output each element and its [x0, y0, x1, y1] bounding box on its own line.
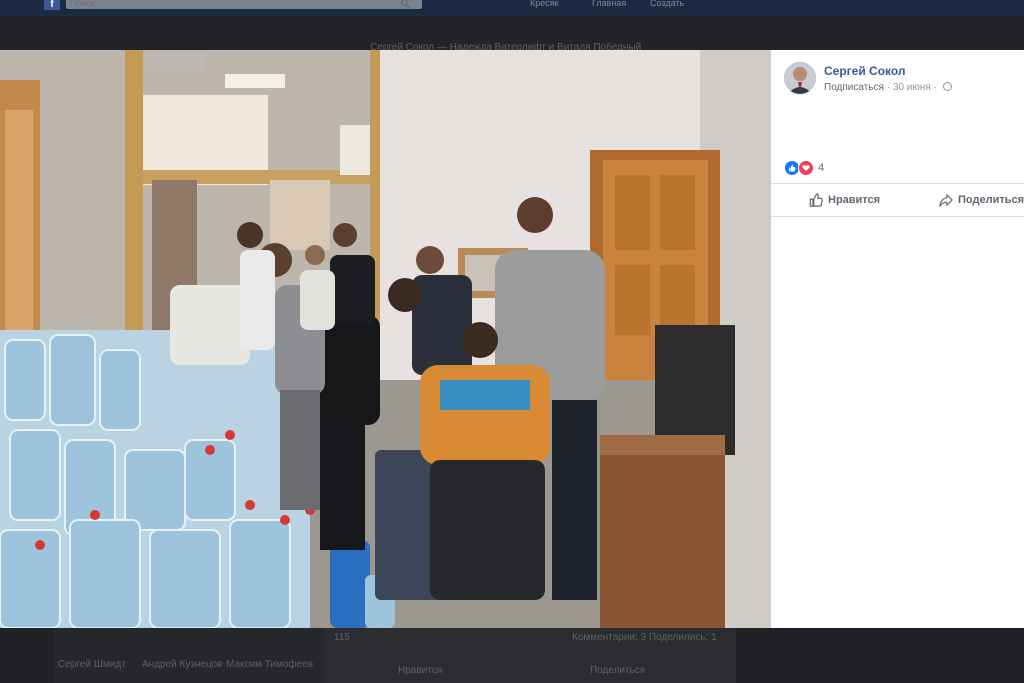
background-top-bar: f Поиск 🔍︎ Кресяк Главная Создать: [0, 0, 1024, 16]
background-friends-column: [54, 628, 324, 683]
love-icon: [798, 160, 814, 176]
like-button[interactable]: Нравится: [809, 191, 880, 209]
background-friend-name[interactable]: Максим Тимофеев: [226, 659, 313, 670]
background-nav-profile[interactable]: Кресяк: [530, 0, 559, 8]
background-friend-name[interactable]: Сергей Шмидт: [58, 659, 126, 670]
reactions-count: 4: [818, 162, 825, 174]
background-comments-shares: Комментарии: 3 Поделились: 1: [572, 632, 717, 643]
post-info-panel: Сергей Сокол Подписаться · 30 июня · 4 Н…: [771, 50, 1024, 628]
share-arrow-icon: [939, 194, 953, 207]
photo-illustration: [0, 50, 771, 628]
background-nav-create[interactable]: Создать: [650, 0, 684, 8]
reactions-summary[interactable]: 4: [784, 160, 824, 176]
background-search-field[interactable]: [66, 0, 422, 9]
facebook-logo-icon[interactable]: f: [44, 0, 60, 10]
thumbs-up-icon: [809, 193, 823, 207]
background-nav-home[interactable]: Главная: [592, 0, 626, 8]
post-author-name[interactable]: Сергей Сокол: [824, 64, 906, 78]
subscribe-link[interactable]: Подписаться: [824, 82, 884, 93]
background-header-area: Сергей Сокол — Надежда Ватерлифт и Витал…: [0, 16, 1024, 53]
globe-icon: [942, 82, 952, 91]
background-like-button[interactable]: Нравится: [398, 665, 442, 676]
avatar[interactable]: [784, 62, 816, 94]
avatar-image: [784, 62, 816, 94]
divider: [771, 183, 1024, 184]
background-reactions-count: 115: [334, 632, 350, 643]
background-share-button[interactable]: Поделиться: [590, 665, 645, 676]
share-button[interactable]: Поделиться: [939, 191, 1024, 209]
divider: [771, 216, 1024, 217]
post-meta: Подписаться · 30 июня ·: [824, 82, 952, 93]
meta-separator: ·: [933, 82, 937, 93]
background-search-placeholder: Поиск: [70, 0, 95, 8]
post-photo[interactable]: [0, 50, 771, 628]
search-icon[interactable]: 🔍︎: [400, 0, 411, 10]
post-date[interactable]: 30 июня: [893, 82, 931, 93]
like-button-label: Нравится: [828, 194, 881, 206]
background-friend-name[interactable]: Андрей Кузнецов: [142, 659, 223, 670]
share-button-label: Поделиться: [958, 194, 1024, 206]
